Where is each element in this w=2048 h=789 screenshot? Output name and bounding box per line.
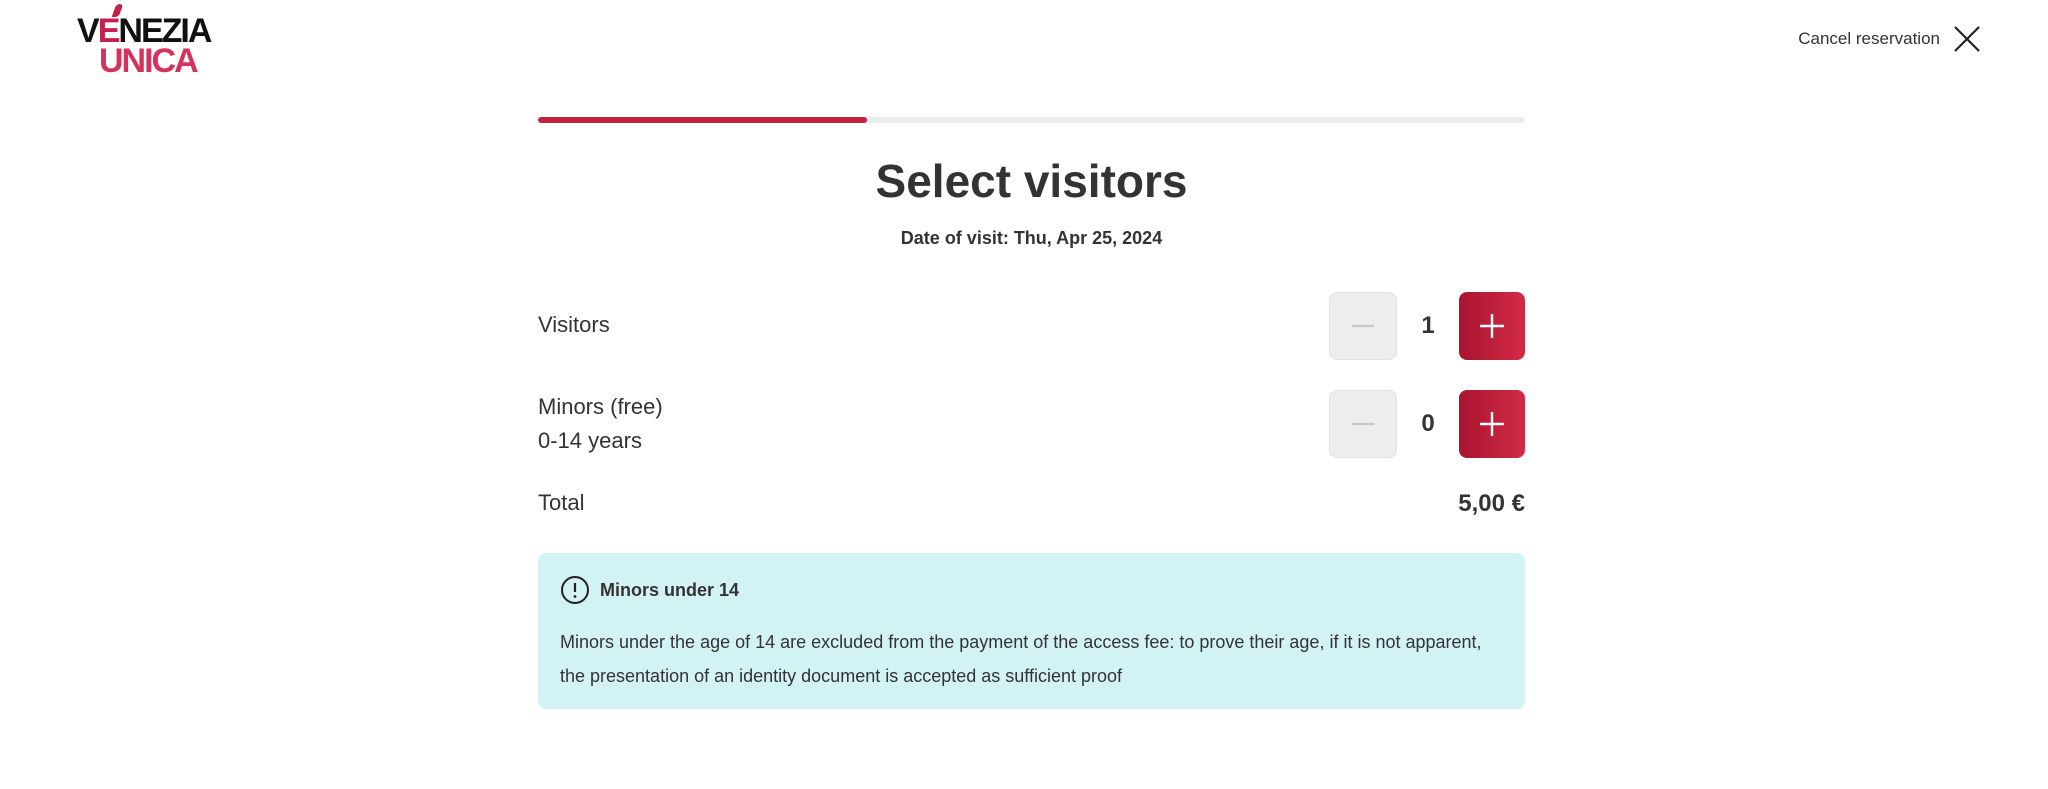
plus-icon [1480,412,1504,436]
cancel-reservation-button[interactable]: Cancel reservation [1798,24,1982,54]
cancel-reservation-label: Cancel reservation [1798,29,1940,48]
minors-decrement-button[interactable] [1329,390,1397,458]
minus-icon [1352,422,1374,426]
progress-bar-fill [538,117,867,123]
date-of-visit: Date of visit: Thu, Apr 25, 2024 [900,228,1163,248]
total-value: 5,00 € [1458,490,1525,517]
minors-notice: Minors under 14 Minors under the age of … [538,553,1525,709]
venezia-unica-logo[interactable]: VENEZIA UNICA [77,4,227,80]
page: VENEZIA UNICA Cancel reservation Select … [0,0,2048,789]
visitors-count: 1 [1421,312,1435,339]
visitors-increment-button[interactable] [1459,292,1525,360]
minors-stepper: 0 [1329,390,1525,458]
minus-icon [1352,324,1374,328]
minors-label-age-range: 0-14 years [538,428,642,453]
logo-letter: V [77,12,100,50]
page-title: Select visitors [875,155,1188,207]
info-icon [561,576,589,604]
minors-label: Minors (free) 0-14 years [538,390,663,458]
close-icon[interactable] [1952,24,1982,54]
total-label: Total [538,490,585,515]
visitors-label: Visitors [538,312,610,337]
notice-title: Minors under 14 [600,579,740,600]
plus-icon [1480,314,1504,338]
notice-header: Minors under 14 [560,575,1503,605]
minors-increment-button[interactable] [1459,390,1525,458]
notice-text: Minors under the age of 14 are excluded … [560,632,1482,686]
visitors-stepper: 1 [1329,292,1525,360]
progress-bar [538,117,1525,123]
logo-line2: UNICA [99,42,199,80]
minors-label-title: Minors (free) [538,394,663,419]
visitors-decrement-button[interactable] [1329,292,1397,360]
minors-count: 0 [1421,410,1435,437]
